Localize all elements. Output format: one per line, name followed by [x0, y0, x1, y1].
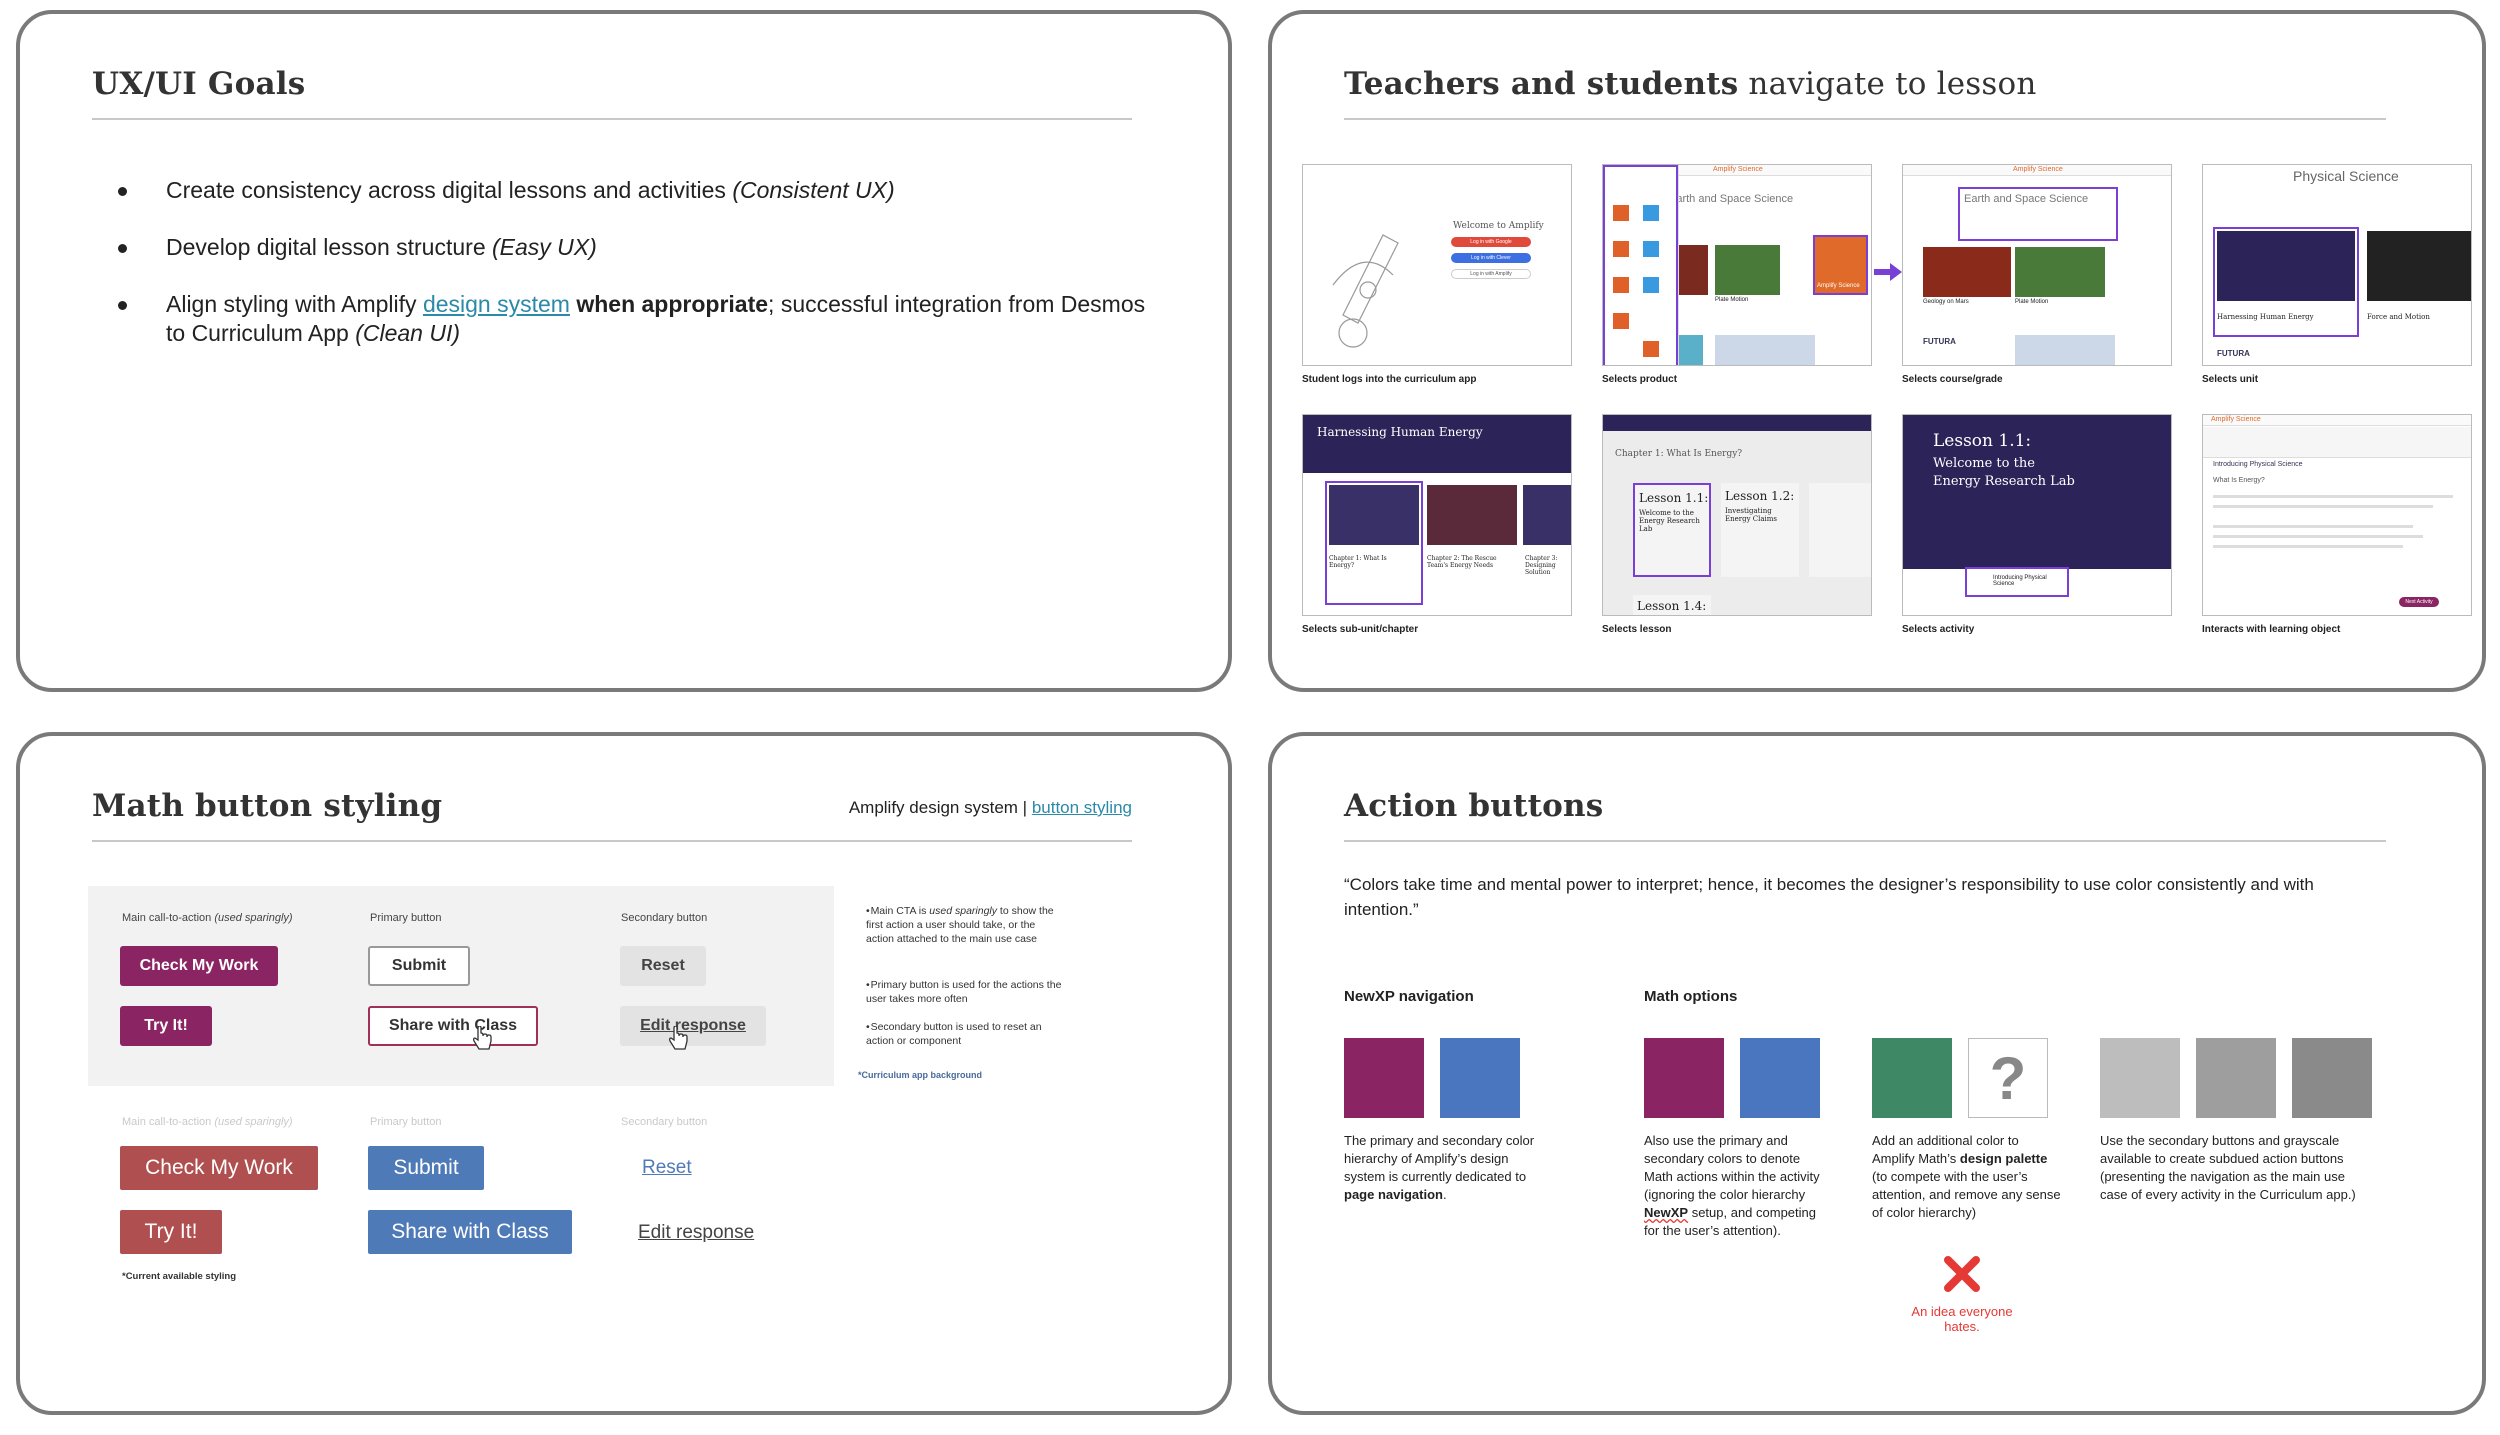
design-system-link[interactable]: design system — [423, 291, 570, 317]
old-edit-response-link[interactable]: Edit response — [638, 1222, 754, 1244]
caption: Selects sub-unit/chapter — [1302, 624, 1419, 635]
thumb-login: Welcome to Amplify Log in with Google Lo… — [1302, 164, 1572, 366]
title-divider — [92, 840, 1132, 842]
course-dropdown[interactable]: Earth and Space Science — [1958, 187, 2118, 241]
swatch-green — [1872, 1038, 1952, 1118]
try-it-button[interactable]: Try It! — [120, 1006, 212, 1046]
caption: Selects activity — [1902, 624, 1975, 635]
thumb-lesson: Chapter 1: What Is Energy? Lesson 1.1: W… — [1602, 414, 1872, 616]
activity-card[interactable]: Introducing Physical Science — [1965, 567, 2069, 597]
goals-list: Create consistency across digital lesson… — [110, 176, 1160, 376]
brand-label: Amplify Science — [1713, 166, 1763, 173]
old-reset-link[interactable]: Reset — [642, 1157, 692, 1179]
thumb-course: Amplify Science Earth and Space Science … — [1902, 164, 2172, 366]
usage-note: • Primary button is used for the actions… — [866, 979, 1062, 1005]
swatch-gray-medium — [2196, 1038, 2276, 1118]
secondary-header-faded: Secondary button — [621, 1116, 708, 1128]
submit-button[interactable]: Submit — [368, 946, 470, 986]
title-divider — [92, 118, 1132, 120]
next-activity-button[interactable]: Next Activity — [2399, 597, 2439, 607]
current-styling-note: *Current available styling — [122, 1271, 237, 1282]
slide-title: Action buttons — [1344, 788, 1604, 824]
edit-response-button[interactable]: Edit response — [620, 1006, 766, 1046]
caption: Selects lesson — [1602, 624, 1672, 635]
button-styling-link[interactable]: button styling — [1032, 798, 1132, 817]
welcome-text: Welcome to Amplify — [1453, 221, 1544, 231]
caption: Student logs into the curriculum app — [1302, 374, 1477, 385]
swatch-blue — [1440, 1038, 1520, 1118]
title-divider — [1344, 840, 2386, 842]
unit-label: Plate Motion — [1715, 297, 1749, 303]
slide-navigate-lesson: Teachers and students navigate to lesson… — [1268, 10, 2486, 692]
highlight-box — [1603, 165, 1678, 365]
caption: Selects course/grade — [1902, 374, 2003, 385]
design-system-reference: Amplify design system | button styling — [848, 798, 1132, 817]
share-with-class-button[interactable]: Share with Class — [368, 1006, 538, 1046]
caption: Interacts with learning object — [2202, 624, 2341, 635]
swatch-magenta — [1644, 1038, 1724, 1118]
primary-header: Primary button — [370, 912, 442, 924]
goal-item: Align styling with Amplify design system… — [110, 290, 1160, 348]
thumb-product: Amplify Science Earth and Space Science … — [1602, 164, 1872, 366]
math-options-label: Math options — [1644, 988, 1738, 1005]
swatch-magenta — [1344, 1038, 1424, 1118]
old-try-it-button[interactable]: Try It! — [120, 1210, 222, 1254]
slide-action-buttons: Action buttons “Colors take time and men… — [1268, 732, 2486, 1415]
check-my-work-button[interactable]: Check My Work — [120, 946, 278, 986]
slide-title: UX/UI Goals — [92, 66, 306, 102]
slide-title: Teachers and students navigate to lesson — [1344, 66, 2037, 102]
question-mark-icon: ? — [1968, 1038, 2048, 1118]
secondary-header: Secondary button — [621, 912, 708, 924]
arrow-right-icon — [1874, 263, 1902, 281]
course-label: Earth and Space Science — [1669, 193, 1794, 205]
product-tile[interactable]: Amplify Science — [1813, 235, 1868, 295]
slide-math-button-styling: Math button styling Amplify design syste… — [16, 732, 1232, 1415]
option-description: Use the secondary buttons and grayscale … — [2100, 1133, 2356, 1202]
usage-note: • Main CTA is used sparingly to show the… — [866, 905, 1054, 945]
cta-header-faded: Main call-to-action (used sparingly) — [122, 1116, 293, 1128]
reset-button[interactable]: Reset — [620, 946, 706, 986]
old-check-my-work-button[interactable]: Check My Work — [120, 1146, 318, 1190]
clever-login-button[interactable]: Log in with Clever — [1451, 253, 1531, 263]
lesson-card[interactable]: Lesson 1.1: Welcome to the Energy Resear… — [1633, 483, 1711, 577]
slide-title: Math button styling — [92, 788, 443, 824]
option-description: Add an additional color to Amplify Math’… — [1872, 1133, 2061, 1220]
hand-cursor-icon — [473, 1026, 492, 1050]
thumb-unit: Physical Science Harnessing Human Energy… — [2202, 164, 2472, 366]
background-note: *Curriculum app background — [858, 1070, 983, 1080]
option-description: Also use the primary and secondary color… — [1644, 1133, 1820, 1238]
caption: Selects product — [1602, 374, 1678, 385]
thumb-subunit: Harnessing Human Energy Chapter 1: What … — [1302, 414, 1572, 616]
thumb-learning-object: Amplify Science Introducing Physical Sci… — [2202, 414, 2472, 616]
swatch-gray-dark — [2292, 1038, 2372, 1118]
option-description: The primary and secondary color hierarch… — [1344, 1133, 1535, 1202]
goal-item: Create consistency across digital lesson… — [110, 176, 1160, 205]
subject-label: Physical Science — [2293, 168, 2399, 184]
google-login-button[interactable]: Log in with Google — [1451, 237, 1531, 247]
slide-ux-goals: UX/UI Goals Create consistency across di… — [16, 10, 1232, 692]
old-submit-button[interactable]: Submit — [368, 1146, 484, 1190]
hand-cursor-icon — [669, 1026, 688, 1050]
title-divider — [1344, 118, 2386, 120]
cta-header: Main call-to-action (used sparingly) — [122, 912, 293, 924]
quote-text: “Colors take time and mental power to in… — [1344, 875, 2314, 919]
caption: Selects unit — [2202, 374, 2259, 385]
red-x-icon — [1944, 1256, 1980, 1292]
amplify-login-button[interactable]: Log in with Amplify — [1451, 269, 1531, 279]
swatch-blue — [1740, 1038, 1820, 1118]
primary-header-faded: Primary button — [370, 1116, 442, 1128]
rocket-illustration — [1332, 234, 1399, 348]
newxp-navigation-label: NewXP navigation — [1344, 988, 1474, 1005]
swatch-gray-light — [2100, 1038, 2180, 1118]
goal-item: Develop digital lesson structure (Easy U… — [110, 233, 1160, 262]
thumb-activity: Lesson 1.1: Welcome to the Energy Resear… — [1902, 414, 2172, 616]
old-share-with-class-button[interactable]: Share with Class — [368, 1210, 572, 1254]
bad-idea-note: An idea everyone hates. — [1911, 1304, 2013, 1334]
usage-note: • Secondary button is used to reset an a… — [866, 1021, 1042, 1047]
